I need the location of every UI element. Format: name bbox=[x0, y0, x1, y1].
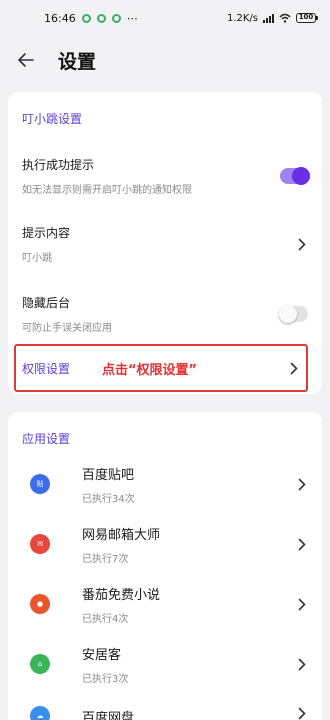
row-title: 执行成功提示 bbox=[22, 158, 95, 172]
back-arrow-icon[interactable] bbox=[16, 50, 36, 70]
success-notice-toggle[interactable] bbox=[280, 167, 310, 185]
app-exec-count: 已执行4次 bbox=[82, 613, 129, 625]
status-time: 16:46 bbox=[44, 11, 76, 25]
app-item-tieba[interactable]: 贴 百度贴吧 已执行34次 bbox=[8, 454, 322, 514]
page-title: 设置 bbox=[58, 50, 97, 73]
app-exec-count: 已执行7次 bbox=[82, 553, 129, 565]
chevron-right-icon bbox=[298, 477, 308, 491]
chevron-right-icon bbox=[298, 706, 308, 720]
app-item-mail[interactable]: ✉ 网易邮箱大师 已执行7次 bbox=[8, 514, 322, 574]
row-subtitle: 可防止手误关闭应用 bbox=[22, 323, 112, 334]
chevron-right-icon bbox=[298, 657, 308, 671]
hide-background-row[interactable]: 隐藏后台 可防止手误关闭应用 bbox=[8, 276, 322, 352]
notification-icon bbox=[96, 13, 106, 23]
permission-settings-row[interactable]: 权限设置 点击“权限设置” bbox=[14, 344, 308, 392]
row-title: 提示内容 bbox=[22, 226, 71, 240]
permission-settings-label: 权限设置 bbox=[22, 361, 71, 376]
row-title: 隐藏后台 bbox=[22, 296, 71, 310]
status-bar: 16:46 ⋯ 1.2K/s 100 bbox=[0, 0, 330, 36]
notification-icon bbox=[111, 13, 121, 23]
net-speed: 1.2K/s bbox=[226, 12, 258, 24]
chevron-right-icon bbox=[298, 537, 308, 551]
app-name: 番茄免费小说 bbox=[82, 587, 161, 603]
app-item-fanqie[interactable]: ● 番茄免费小说 已执行4次 bbox=[8, 574, 322, 634]
row-subtitle: 叮小跳 bbox=[22, 253, 52, 264]
more-notifications-icon: ⋯ bbox=[126, 11, 138, 25]
app-name: 网易邮箱大师 bbox=[82, 527, 161, 543]
netdisk-icon: ☁ bbox=[30, 706, 50, 720]
mail-icon: ✉ bbox=[30, 534, 50, 554]
hide-background-toggle[interactable] bbox=[279, 305, 308, 323]
app-name: 百度网盘 bbox=[82, 710, 135, 720]
annotation-text: 点击“权限设置” bbox=[102, 362, 198, 378]
chevron-right-icon bbox=[290, 361, 300, 375]
signal-icon bbox=[263, 13, 274, 23]
app-settings-card: 应用设置 贴 百度贴吧 已执行34次 ✉ 网易邮箱大师 已执行7次 ● 番茄免费… bbox=[8, 412, 322, 720]
anjuke-icon: ⌂ bbox=[30, 654, 50, 674]
fanqie-icon: ● bbox=[30, 594, 50, 614]
app-item-anjuke[interactable]: ⌂ 安居客 已执行3次 bbox=[8, 634, 322, 694]
battery-icon: 100 bbox=[296, 13, 318, 23]
app-item-netdisk[interactable]: ☁ 百度网盘 bbox=[8, 694, 322, 720]
section-title: 叮小跳设置 bbox=[22, 112, 83, 126]
row-subtitle: 如无法显示则需开启叮小跳的通知权限 bbox=[22, 185, 192, 196]
app-exec-count: 已执行3次 bbox=[82, 673, 129, 685]
app-bar: 设置 bbox=[0, 36, 330, 84]
chevron-right-icon bbox=[298, 597, 308, 611]
app-name: 安居客 bbox=[82, 647, 122, 663]
tieba-icon: 贴 bbox=[30, 474, 50, 494]
app-exec-count: 已执行34次 bbox=[82, 493, 135, 505]
wifi-icon bbox=[279, 13, 291, 23]
section-title: 应用设置 bbox=[22, 432, 71, 446]
notification-icon bbox=[81, 13, 91, 23]
chevron-right-icon bbox=[298, 237, 308, 251]
app-name: 百度贴吧 bbox=[82, 467, 135, 483]
notice-content-row[interactable]: 提示内容 叮小跳 bbox=[8, 212, 322, 276]
success-notice-row[interactable]: 执行成功提示 如无法显示则需开启叮小跳的通知权限 bbox=[8, 140, 322, 212]
